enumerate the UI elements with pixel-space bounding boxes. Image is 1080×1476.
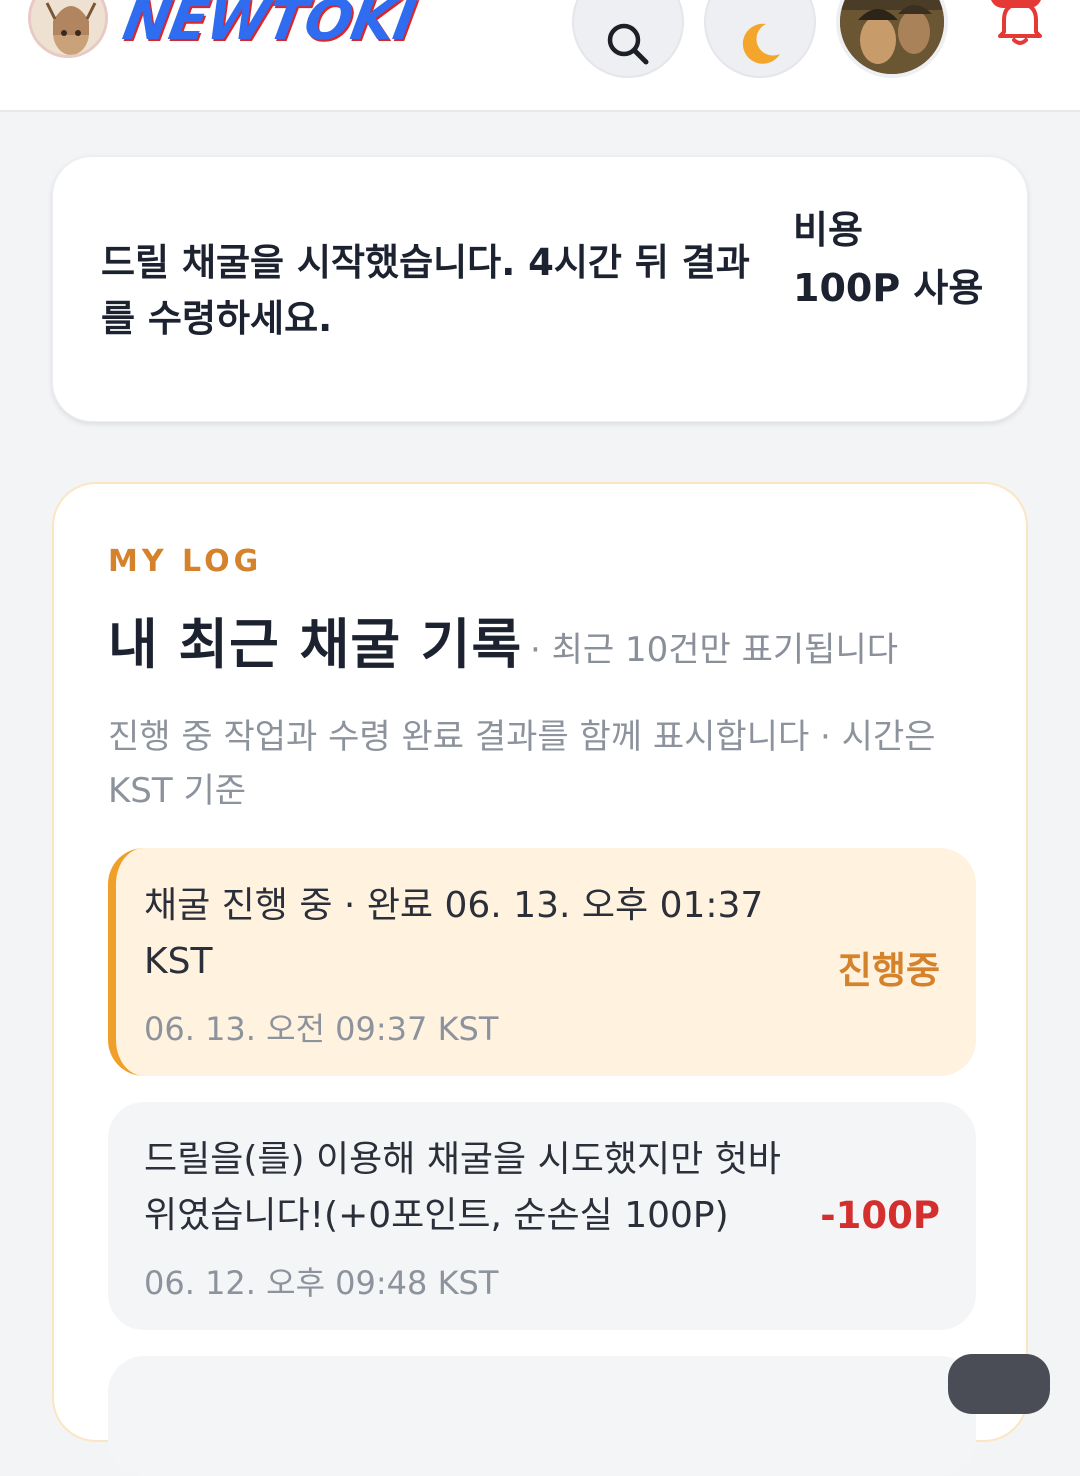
notification-badge: 99+	[990, 0, 1042, 8]
notice-message: 드릴 채굴을 시작했습니다. 4시간 뒤 결과를 수령하세요.	[101, 241, 750, 340]
log-entry-completed[interactable]: 드릴을(를) 이용해 채굴을 시도했지만 헛바위였습니다!(+0포인트, 순손실…	[108, 1102, 976, 1330]
point-change: -100P	[820, 1194, 940, 1237]
site-logo[interactable]: NEWTOKI	[118, 0, 419, 53]
floating-action-button[interactable]	[948, 1354, 1050, 1414]
cost-label: 비용	[793, 208, 863, 252]
section-title: 내 최근 채굴 기록	[108, 613, 523, 676]
theme-toggle-button[interactable]	[704, 0, 816, 78]
moon-icon	[742, 23, 780, 64]
status-badge: 진행중	[837, 949, 940, 992]
log-entry-text: 채굴 진행 중 · 완료 06. 13. 오후 01:37 KST	[144, 885, 764, 982]
notice-cost: 비용 100P 사용	[793, 201, 993, 317]
mining-log-card: MY LOG 내 최근 채굴 기록 · 최근 10건만 표기됩니다 진행 중 작…	[52, 482, 1028, 1476]
log-entry-in-progress[interactable]: 채굴 진행 중 · 완료 06. 13. 오후 01:37 KST 06. 13…	[108, 848, 976, 1076]
mining-notice-card: 드릴 채굴을 시작했습니다. 4시간 뒤 결과를 수령하세요. 비용 100P …	[52, 156, 1028, 422]
top-bar: NEWTOKI 99+	[0, 0, 1080, 112]
search-button[interactable]	[572, 0, 684, 78]
avatar	[840, 0, 944, 74]
site-logo-avatar[interactable]	[28, 0, 108, 58]
log-entry-time: 06. 13. 오전 09:37 KST	[144, 1010, 499, 1048]
profile-avatar-button[interactable]	[836, 0, 948, 78]
search-icon	[607, 23, 649, 65]
log-entry-time: 06. 12. 오후 09:48 KST	[144, 1264, 499, 1302]
section-note: · 최근 10건만 표기됩니다	[530, 630, 899, 670]
log-entry-text: 드릴을(를) 이용해 채굴을 시도했지만 헛바위였습니다!(+0포인트, 순손실…	[144, 1139, 781, 1236]
log-entry[interactable]	[108, 1356, 976, 1476]
cost-value: 100P 사용	[793, 266, 984, 310]
section-eyebrow: MY LOG	[108, 544, 263, 579]
mascot-icon	[31, 0, 105, 55]
section-description: 진행 중 작업과 수령 완료 결과를 함께 표시합니다 · 시간은 KST 기준	[108, 717, 936, 811]
